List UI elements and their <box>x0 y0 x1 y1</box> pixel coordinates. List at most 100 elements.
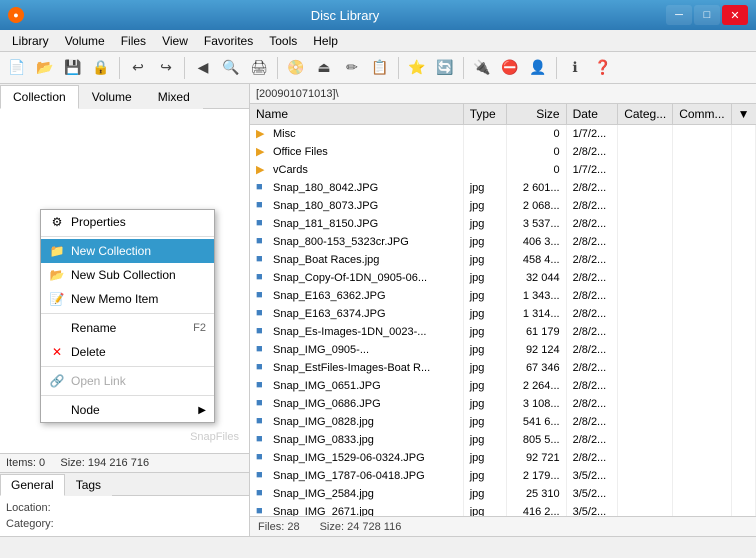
menu-view[interactable]: View <box>154 32 196 50</box>
table-row[interactable]: ■Snap_181_8150.JPG jpg 3 537... 2/8/2... <box>250 215 756 233</box>
ctx-delete[interactable]: ✕ Delete <box>41 340 214 364</box>
tree-area[interactable]: ⚙ Properties 📁 New Collection 📂 New Sub … <box>0 109 249 453</box>
ctx-sep-4 <box>41 395 214 396</box>
tool-info[interactable]: ℹ <box>562 55 588 81</box>
ctx-new-memo-item[interactable]: 📝 New Memo Item <box>41 287 214 311</box>
col-header-size[interactable]: Size <box>507 104 566 125</box>
tool-redo[interactable]: ↪ <box>153 55 179 81</box>
menu-files[interactable]: Files <box>113 32 154 50</box>
folder-icon: ▶ <box>256 145 270 159</box>
file-icon: ■ <box>256 217 270 231</box>
tool-undo[interactable]: ↩ <box>125 55 151 81</box>
ctx-new-sub-collection[interactable]: 📂 New Sub Collection <box>41 263 214 287</box>
tool-bookmark[interactable]: ⭐ <box>404 55 430 81</box>
cell-date: 2/8/2... <box>566 359 618 377</box>
col-header-comm[interactable]: Comm... <box>673 104 731 125</box>
col-header-extra[interactable]: ▼ <box>731 104 755 125</box>
table-row[interactable]: ■Snap_IMG_1529-06-0324.JPG jpg 92 721 2/… <box>250 449 756 467</box>
table-row[interactable]: ■Snap_IMG_0651.JPG jpg 2 264... 2/8/2... <box>250 377 756 395</box>
table-row[interactable]: ▶Misc 0 1/7/2... <box>250 125 756 144</box>
table-row[interactable]: ■Snap_IMG_0686.JPG jpg 3 108... 2/8/2... <box>250 395 756 413</box>
table-row[interactable]: ■Snap_EstFiles-Images-Boat R... jpg 67 3… <box>250 359 756 377</box>
tool-copy[interactable]: 📋 <box>367 55 393 81</box>
col-header-categ[interactable]: Categ... <box>618 104 673 125</box>
file-list[interactable]: Name Type Size Date Categ... Comm... ▼ ▶… <box>250 104 756 516</box>
folder-icon: ▶ <box>256 127 270 141</box>
cell-comm <box>673 215 731 233</box>
table-row[interactable]: ■Snap_Copy-Of-1DN_0905-06... jpg 32 044 … <box>250 269 756 287</box>
cell-size: 1 343... <box>507 287 566 305</box>
cell-categ <box>618 161 673 179</box>
tool-lock[interactable]: 🔒 <box>88 55 114 81</box>
table-row[interactable]: ■Snap_800-153_5323cr.JPG jpg 406 3... 2/… <box>250 233 756 251</box>
table-row[interactable]: ▶vCards 0 1/7/2... <box>250 161 756 179</box>
table-row[interactable]: ■Snap_180_8042.JPG jpg 2 601... 2/8/2... <box>250 179 756 197</box>
menu-volume[interactable]: Volume <box>57 32 113 50</box>
table-row[interactable]: ▶Office Files 0 2/8/2... <box>250 143 756 161</box>
cell-categ <box>618 485 673 503</box>
col-header-date[interactable]: Date <box>566 104 618 125</box>
cell-categ <box>618 341 673 359</box>
menu-library[interactable]: Library <box>4 32 57 50</box>
tab-collection[interactable]: Collection <box>0 85 79 109</box>
table-row[interactable]: ■Snap_IMG_2671.jpg jpg 416 2... 3/5/2... <box>250 503 756 516</box>
tool-refresh[interactable]: 🔄 <box>432 55 458 81</box>
table-row[interactable]: ■Snap_Boat Races.jpg jpg 458 4... 2/8/2.… <box>250 251 756 269</box>
close-button[interactable]: ✕ <box>722 5 748 25</box>
ctx-node[interactable]: Node ▶ <box>41 398 214 422</box>
tool-eject[interactable]: ⏏ <box>311 55 337 81</box>
tab-volume[interactable]: Volume <box>79 85 145 109</box>
menu-tools[interactable]: Tools <box>261 32 305 50</box>
col-header-name[interactable]: Name <box>250 104 463 125</box>
tool-print[interactable]: 🖨 <box>246 55 272 81</box>
cell-date: 2/8/2... <box>566 197 618 215</box>
files-count: Files: 28 <box>258 521 300 533</box>
maximize-button[interactable]: □ <box>694 5 720 25</box>
tool-vol[interactable]: 📀 <box>283 55 309 81</box>
ctx-rename[interactable]: Rename F2 <box>41 316 214 340</box>
category-row: Category: <box>6 516 243 532</box>
table-row[interactable]: ■Snap_Es-Images-1DN_0023-... jpg 61 179 … <box>250 323 756 341</box>
cell-comm <box>673 341 731 359</box>
tool-back[interactable]: ◀ <box>190 55 216 81</box>
table-row[interactable]: ■Snap_E163_6374.JPG jpg 1 314... 2/8/2..… <box>250 305 756 323</box>
minimize-button[interactable]: ─ <box>666 5 692 25</box>
tags-tab-general[interactable]: General <box>0 474 65 496</box>
table-row[interactable]: ■Snap_IMG_1787-06-0418.JPG jpg 2 179... … <box>250 467 756 485</box>
tags-tab-tags[interactable]: Tags <box>65 474 112 496</box>
table-row[interactable]: ■Snap_IMG_0828.jpg jpg 541 6... 2/8/2... <box>250 413 756 431</box>
tool-help[interactable]: ❓ <box>590 55 616 81</box>
ctx-sep-3 <box>41 366 214 367</box>
file-icon: ■ <box>256 289 270 303</box>
tool-open[interactable]: 📂 <box>32 55 58 81</box>
cell-type: jpg <box>463 341 507 359</box>
tool-connect[interactable]: 🔌 <box>469 55 495 81</box>
ctx-new-collection[interactable]: 📁 New Collection <box>41 239 214 263</box>
tool-disconnect[interactable]: ⛔ <box>497 55 523 81</box>
ctx-properties[interactable]: ⚙ Properties <box>41 210 214 234</box>
cell-categ <box>618 449 673 467</box>
tool-user[interactable]: 👤 <box>525 55 551 81</box>
tool-save[interactable]: 💾 <box>60 55 86 81</box>
tab-mixed[interactable]: Mixed <box>145 85 203 109</box>
cell-comm <box>673 449 731 467</box>
file-icon: ■ <box>256 271 270 285</box>
cell-type: jpg <box>463 485 507 503</box>
cell-extra <box>731 341 755 359</box>
tool-search[interactable]: 🔍 <box>218 55 244 81</box>
table-row[interactable]: ■Snap_IMG_0833.jpg jpg 805 5... 2/8/2... <box>250 431 756 449</box>
ctx-node-label: Node <box>71 403 100 417</box>
cell-type: jpg <box>463 179 507 197</box>
table-row[interactable]: ■Snap_IMG_0905-... jpg 92 124 2/8/2... <box>250 341 756 359</box>
table-row[interactable]: ■Snap_E163_6362.JPG jpg 1 343... 2/8/2..… <box>250 287 756 305</box>
cell-extra <box>731 359 755 377</box>
tool-new[interactable]: 📄 <box>4 55 30 81</box>
table-row[interactable]: ■Snap_IMG_2584.jpg jpg 25 310 3/5/2... <box>250 485 756 503</box>
col-header-type[interactable]: Type <box>463 104 507 125</box>
tool-edit[interactable]: ✏ <box>339 55 365 81</box>
cell-date: 2/8/2... <box>566 143 618 161</box>
menu-favorites[interactable]: Favorites <box>196 32 261 50</box>
table-row[interactable]: ■Snap_180_8073.JPG jpg 2 068... 2/8/2... <box>250 197 756 215</box>
menu-help[interactable]: Help <box>305 32 346 50</box>
tags-tab-bar: General Tags <box>0 473 249 495</box>
